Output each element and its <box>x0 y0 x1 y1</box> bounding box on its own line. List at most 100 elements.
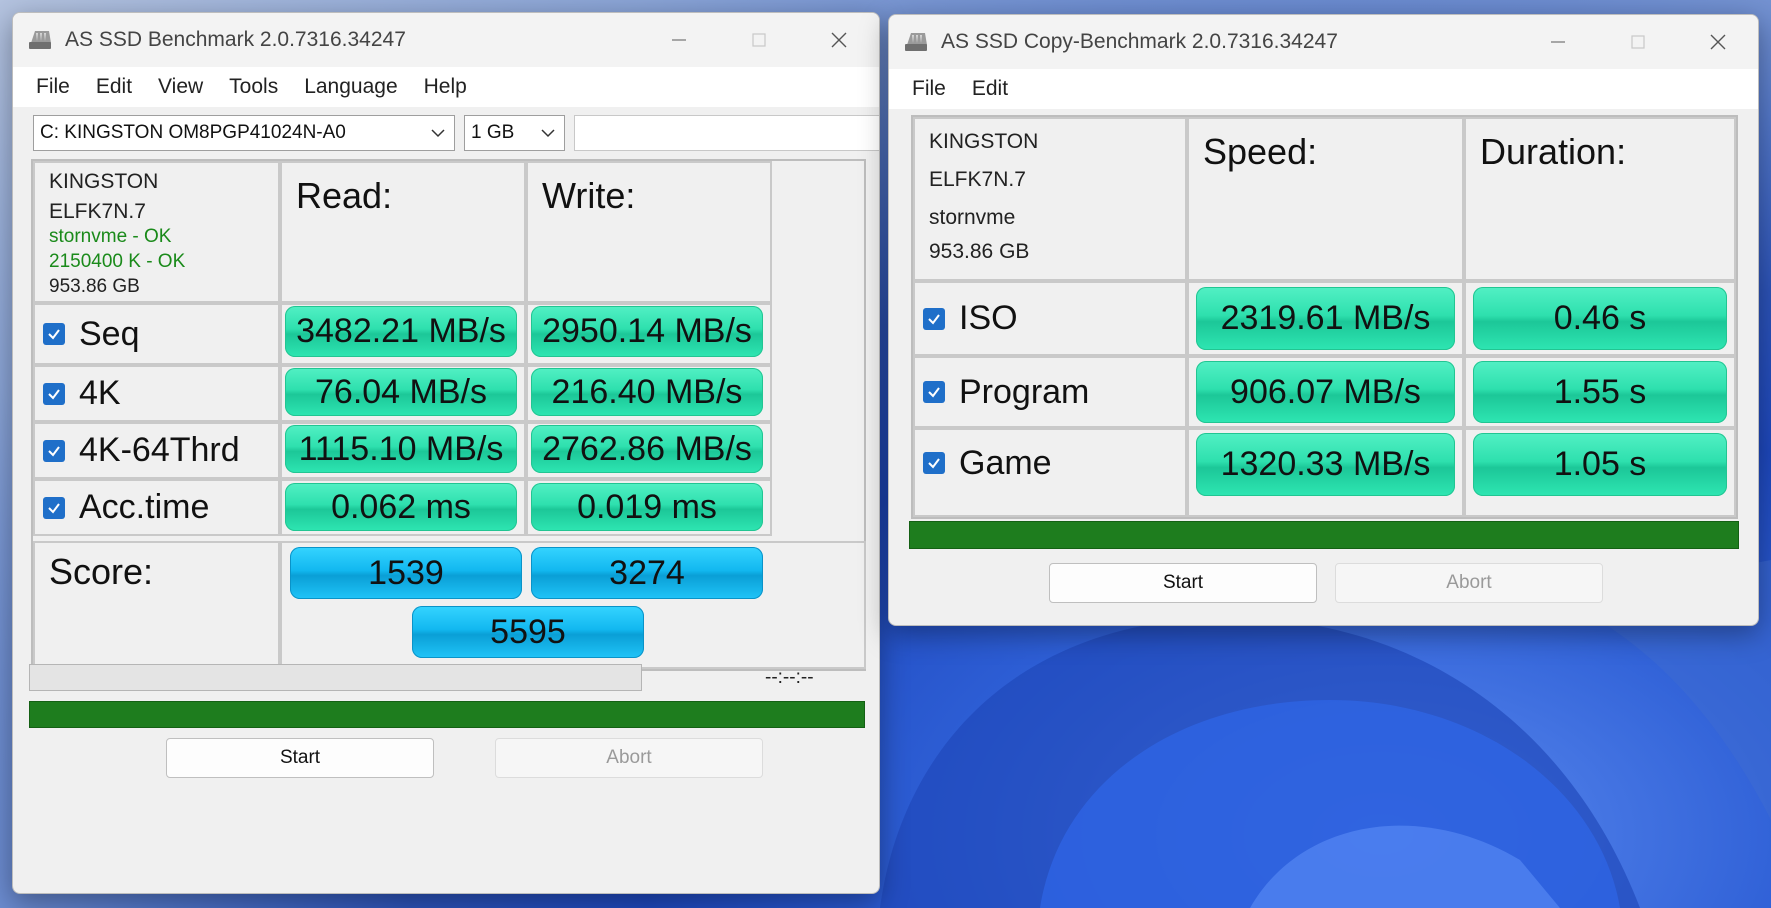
abort-button[interactable]: Abort <box>1335 563 1603 603</box>
write-header: Write: <box>542 175 636 216</box>
iso-duration-value: 0.46 s <box>1473 287 1727 350</box>
menu-tools[interactable]: Tools <box>216 75 291 99</box>
device-model: KINGSTON <box>929 130 1039 153</box>
elapsed-time: --:--:-- <box>765 667 814 688</box>
seq-label: Seq <box>79 314 140 353</box>
info-field <box>574 115 879 151</box>
4k64-checkbox[interactable] <box>43 439 65 462</box>
speed-header: Speed: <box>1203 131 1318 172</box>
check-icon <box>928 313 940 325</box>
maximize-icon <box>752 33 766 47</box>
size-select[interactable]: 1 GB <box>464 115 565 151</box>
acctime-write-value: 0.019 ms <box>531 483 763 531</box>
menubar: File Edit <box>889 69 1758 109</box>
check-icon <box>48 329 60 340</box>
menu-edit[interactable]: Edit <box>83 75 145 99</box>
row-label-cell: Program <box>913 356 1187 428</box>
iso-label: ISO <box>959 299 1018 337</box>
results-grid: KINGSTON ELFK7N.7 stornvme - OK 2150400 … <box>31 159 866 671</box>
menu-help[interactable]: Help <box>411 75 480 99</box>
close-button[interactable] <box>1678 15 1758 69</box>
program-speed-value: 906.07 MB/s <box>1196 361 1455 423</box>
read-header-cell: Read: <box>280 161 526 303</box>
score-label-cell: Score: <box>33 541 280 669</box>
iso-speed-value: 2319.61 MB/s <box>1196 287 1455 350</box>
minimize-button[interactable] <box>1518 15 1598 69</box>
4k64-write-value: 2762.86 MB/s <box>531 425 763 473</box>
check-icon <box>928 458 940 469</box>
device-capacity: 953.86 GB <box>929 240 1030 263</box>
read-header: Read: <box>296 175 393 216</box>
device-firmware: ELFK7N.7 <box>929 168 1026 191</box>
copy-benchmark-window: AS SSD Copy-Benchmark 2.0.7316.34247 Fil… <box>888 14 1759 626</box>
chevron-down-icon <box>541 129 555 138</box>
row-label-cell: Seq <box>33 303 280 365</box>
drive-select[interactable]: C: KINGSTON OM8PGP41024N-A0 <box>33 115 455 151</box>
minimize-button[interactable] <box>639 13 719 67</box>
app-drive-icon <box>29 31 51 49</box>
start-button[interactable]: Start <box>166 738 434 778</box>
game-label: Game <box>959 444 1052 482</box>
menu-file[interactable]: File <box>899 77 959 101</box>
minimize-icon <box>672 39 686 41</box>
menu-language[interactable]: Language <box>291 75 410 99</box>
program-checkbox[interactable] <box>923 381 945 403</box>
score-total-value: 5595 <box>412 606 644 658</box>
device-alignment-status: 2150400 K - OK <box>49 251 186 272</box>
acctime-read-value: 0.062 ms <box>285 483 517 531</box>
minimize-icon <box>1551 41 1565 43</box>
program-duration-value: 1.55 s <box>1473 361 1727 423</box>
row-label-cell: ISO <box>913 281 1187 356</box>
menubar: File Edit View Tools Language Help <box>13 67 879 107</box>
device-model: KINGSTON <box>49 170 159 193</box>
copy-results-grid: KINGSTON ELFK7N.7 stornvme 953.86 GB Spe… <box>911 115 1738 519</box>
device-driver: stornvme <box>929 206 1016 229</box>
app-drive-icon <box>905 33 927 51</box>
maximize-button[interactable] <box>719 13 799 67</box>
window-title: AS SSD Benchmark 2.0.7316.34247 <box>65 28 406 51</box>
size-select-value: 1 GB <box>471 122 515 143</box>
device-driver-status: stornvme - OK <box>49 226 172 247</box>
menu-edit[interactable]: Edit <box>959 77 1021 101</box>
close-button[interactable] <box>799 13 879 67</box>
menu-file[interactable]: File <box>23 75 83 99</box>
row-label-cell: 4K-64Thrd <box>33 422 280 479</box>
check-icon <box>928 387 940 398</box>
acctime-checkbox[interactable] <box>43 496 65 519</box>
benchmark-titlebar[interactable]: AS SSD Benchmark 2.0.7316.34247 <box>13 13 879 67</box>
device-firmware: ELFK7N.7 <box>49 200 146 223</box>
seq-checkbox[interactable] <box>43 323 65 345</box>
game-checkbox[interactable] <box>923 452 945 474</box>
maximize-button[interactable] <box>1598 15 1678 69</box>
check-icon <box>48 388 60 400</box>
iso-checkbox[interactable] <box>923 307 945 330</box>
4k-write-value: 216.40 MB/s <box>531 368 763 416</box>
device-info-panel: KINGSTON ELFK7N.7 stornvme 953.86 GB <box>913 117 1187 281</box>
game-duration-value: 1.05 s <box>1473 433 1727 496</box>
maximize-icon <box>1631 35 1645 49</box>
4k-checkbox[interactable] <box>43 382 65 405</box>
progress-bar-complete <box>909 521 1739 549</box>
check-icon <box>48 445 60 457</box>
duration-header: Duration: <box>1480 131 1627 172</box>
seq-read-value: 3482.21 MB/s <box>285 306 517 357</box>
seq-write-value: 2950.14 MB/s <box>531 306 763 357</box>
4k-label: 4K <box>79 374 121 412</box>
device-info-panel: KINGSTON ELFK7N.7 stornvme - OK 2150400 … <box>33 161 280 303</box>
close-icon <box>1710 34 1726 50</box>
close-icon <box>831 32 847 48</box>
game-speed-value: 1320.33 MB/s <box>1196 433 1455 496</box>
device-capacity: 953.86 GB <box>49 276 140 297</box>
duration-header-cell: Duration: <box>1464 117 1736 281</box>
copy-titlebar[interactable]: AS SSD Copy-Benchmark 2.0.7316.34247 <box>889 15 1758 69</box>
start-button[interactable]: Start <box>1049 563 1317 603</box>
menu-view[interactable]: View <box>145 75 216 99</box>
drive-select-value: C: KINGSTON OM8PGP41024N-A0 <box>40 122 346 143</box>
write-header-cell: Write: <box>526 161 772 303</box>
window-title: AS SSD Copy-Benchmark 2.0.7316.34247 <box>941 30 1338 53</box>
program-label: Program <box>959 372 1090 411</box>
4k-read-value: 76.04 MB/s <box>285 368 517 416</box>
speed-header-cell: Speed: <box>1187 117 1464 281</box>
abort-button[interactable]: Abort <box>495 738 763 778</box>
progress-bar-complete <box>29 701 865 728</box>
